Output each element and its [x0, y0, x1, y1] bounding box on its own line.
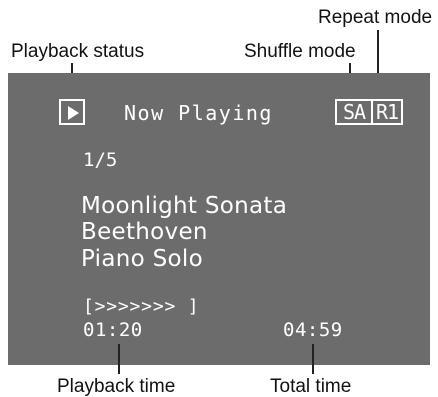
- header-title: Now Playing: [124, 101, 273, 125]
- track-title: Moonlight Sonata: [81, 193, 288, 219]
- total-time-callout: Total time: [270, 376, 352, 397]
- repeat-mode-callout: Repeat mode: [318, 7, 433, 28]
- total-time-leader: [312, 344, 314, 374]
- track-artist: Beethoven: [81, 219, 208, 245]
- shuffle-mode-indicator: SA: [335, 99, 373, 125]
- shuffle-mode-callout: Shuffle mode: [244, 41, 356, 62]
- progress-bar: [>>>>>>> ]: [83, 296, 200, 317]
- repeat-mode-indicator: R1: [371, 99, 403, 125]
- playback-time: 01:20: [83, 319, 143, 341]
- playback-status-callout: Playback status: [11, 41, 145, 62]
- track-album: Piano Solo: [81, 246, 203, 272]
- total-time: 04:59: [283, 319, 343, 341]
- player-screen: Now Playing SA R1 1/5 Moonlight Sonata B…: [8, 73, 430, 365]
- play-icon: [68, 106, 79, 120]
- playback-time-leader: [118, 344, 120, 374]
- track-position: 1/5: [83, 149, 118, 171]
- playback-time-callout: Playback time: [57, 376, 176, 397]
- playback-status-indicator: [59, 99, 85, 125]
